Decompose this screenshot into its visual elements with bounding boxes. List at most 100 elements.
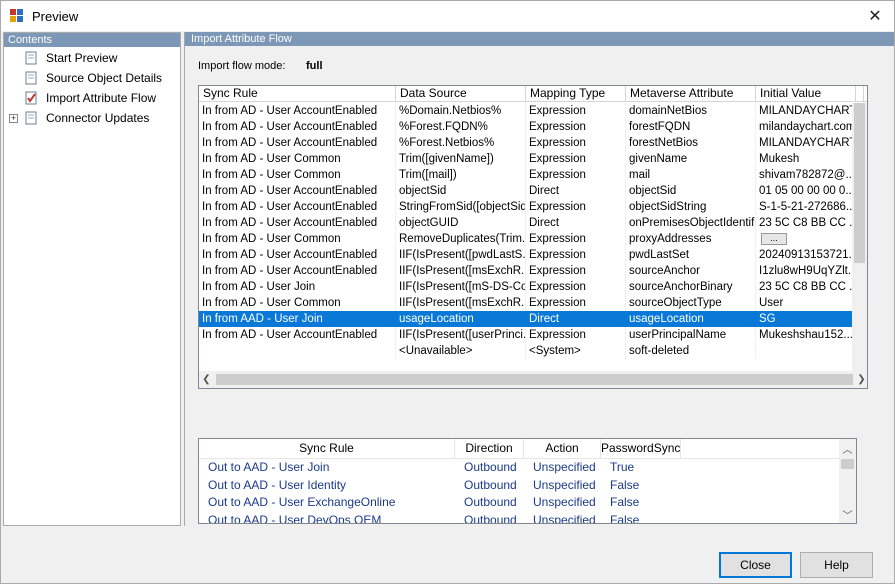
table-cell: shivam782872@... (756, 167, 856, 183)
sidebar-item-import-attribute-flow[interactable]: Import Attribute Flow (24, 89, 156, 107)
horizontal-scrollbar[interactable]: ❮ ❯ (199, 371, 867, 388)
table-row[interactable]: In from AD - User AccountEnabled IIF(IsPr… (199, 327, 864, 343)
sync-rules-table[interactable]: Sync Rule Direction Action PasswordSync … (198, 438, 857, 524)
table-cell: Expression (526, 247, 626, 263)
scroll-up-icon[interactable]: ︿ (840, 439, 855, 457)
column-header-metaverse-attribute[interactable]: Metaverse Attribute (626, 86, 756, 102)
table-cell: MILANDAYCHART (756, 103, 856, 119)
help-button[interactable]: Help (800, 552, 873, 578)
table-cell: forestNetBios (626, 135, 756, 151)
scroll-thumb[interactable] (216, 374, 853, 385)
table-cell: Direct (526, 311, 626, 327)
table-cell: Outbound (464, 477, 517, 492)
table-row[interactable]: Out to AAD - User ExchangeOnline Outbound… (199, 494, 856, 512)
import-flow-mode-label: Import flow mode: (198, 60, 286, 72)
table-cell: Expression (526, 295, 626, 311)
table-row[interactable]: In from AD - User Common IIF(IsPresent([m… (199, 295, 864, 311)
table-cell: In from AD - User AccountEnabled (199, 199, 396, 215)
column-header-overflow (856, 86, 864, 102)
sidebar-item-connector-updates[interactable]: Connector Updates (24, 109, 149, 127)
title-bar: Preview ✕ (1, 1, 894, 31)
table-row[interactable]: In from AD - User Join IIF(IsPresent([mS-… (199, 279, 864, 295)
table-header: Sync Rule Data Source Mapping Type Metav… (199, 86, 867, 102)
sidebar-item-source-object-details[interactable]: Source Object Details (24, 69, 162, 87)
table-cell: In from AD - User Common (199, 231, 396, 247)
table-cell: True (610, 460, 635, 474)
table-cell: %Forest.Netbios% (396, 135, 526, 151)
table-row[interactable]: In from AD - User AccountEnabled objectSi… (199, 183, 864, 199)
table-row[interactable]: In from AD - User AccountEnabled %Forest.… (199, 135, 864, 151)
table-cell: Out to AAD - User ExchangeOnline (208, 495, 396, 509)
table-cell: False (610, 477, 640, 492)
table-row[interactable]: In from AD - User AccountEnabled StringFr… (199, 199, 864, 215)
table-row[interactable]: In from AD - User AccountEnabled objectGU… (199, 215, 864, 231)
expand-icon[interactable]: + (9, 114, 18, 123)
contents-header: Contents (4, 33, 180, 47)
table-cell: Expression (526, 103, 626, 119)
table-cell: False (610, 512, 640, 524)
table-row[interactable]: <Unavailable><System>soft-deletedF (199, 343, 864, 359)
close-button[interactable]: Close (719, 552, 792, 578)
table-body: Out to AAD - User Join Outbound Unspecifie… (199, 459, 856, 524)
table-cell: Outbound (464, 495, 517, 509)
table-cell: In from AD - User AccountEnabled (199, 135, 396, 151)
table-row[interactable]: In from AD - User Common Trim([mail]) Expr… (199, 167, 864, 183)
table-cell: In from AD - User AccountEnabled (199, 215, 396, 231)
table-cell: Expression (526, 151, 626, 167)
import-attribute-table[interactable]: Sync Rule Data Source Mapping Type Metav… (198, 85, 868, 389)
column-header-sync-rule[interactable]: Sync Rule (199, 86, 396, 102)
table-row[interactable]: In from AAD - User Join usageLocation Dire… (199, 311, 864, 327)
column-header-initial-value[interactable]: Initial Value (756, 86, 856, 102)
table-cell: In from AD - User Common (199, 295, 396, 311)
table-cell: False (610, 495, 640, 509)
table-cell: In from AD - User Common (199, 151, 396, 167)
table-row[interactable]: Out to AAD - User Identity Outbound Unspec… (199, 477, 856, 495)
scroll-right-icon[interactable]: ❯ (854, 371, 867, 388)
preview-window: Preview ✕ Contents Start Preview Source … (0, 0, 895, 584)
import-attribute-flow-pane: Import Attribute Flow Import flow mode: … (184, 32, 894, 526)
table-cell: In from AD - User AccountEnabled (199, 119, 396, 135)
table-row[interactable]: Out to AAD - User Join Outbound Unspecifie… (199, 459, 856, 477)
page-icon (25, 71, 37, 85)
table-row[interactable]: In from AD - User Common Trim([givenName]… (199, 151, 864, 167)
column-header-password-sync[interactable]: PasswordSync (601, 439, 681, 458)
pane-title: Import Attribute Flow (185, 32, 894, 46)
table-row[interactable]: Out to AAD - User DevOps OEM Outbound Unsp… (199, 512, 856, 524)
page-icon (25, 111, 37, 125)
table-row[interactable]: In from AD - User AccountEnabled IIF(IsPr… (199, 247, 864, 263)
table-cell: 20240913153721... (756, 247, 856, 263)
table-cell (199, 343, 396, 359)
scroll-down-icon[interactable]: ﹀ (840, 505, 855, 523)
table-row[interactable]: In from AD - User AccountEnabled %Forest.… (199, 119, 864, 135)
table-cell: Unspecified (533, 512, 596, 524)
table-cell: In from AD - User AccountEnabled (199, 247, 396, 263)
table-cell: S-1-5-21-272686... (756, 199, 856, 215)
table-cell: IIF(IsPresent([pwdLastS... (396, 247, 526, 263)
scroll-thumb[interactable] (854, 103, 865, 263)
scroll-left-icon[interactable]: ❮ (199, 371, 214, 388)
column-header-data-source[interactable]: Data Source (396, 86, 526, 102)
column-header-sync-rule[interactable]: Sync Rule (199, 439, 455, 458)
column-header-mapping-type[interactable]: Mapping Type (526, 86, 626, 102)
column-header-action[interactable]: Action (524, 439, 601, 458)
table-cell: In from AAD - User Join (199, 311, 396, 327)
table-cell: Out to AAD - User Identity (208, 477, 347, 492)
vertical-scrollbar[interactable] (852, 103, 867, 373)
ellipsis-button[interactable]: ... (761, 232, 787, 245)
vertical-scrollbar[interactable]: ︿ ﹀ (839, 439, 856, 523)
table-row[interactable]: In from AD - User Common RemoveDuplicates… (199, 231, 864, 247)
table-cell: MILANDAYCHART (756, 135, 856, 151)
table-cell: In from AD - User Join (199, 279, 396, 295)
close-window-icon[interactable]: ✕ (862, 3, 888, 29)
sidebar-item-start-preview[interactable]: Start Preview (24, 49, 117, 67)
table-cell: domainNetBios (626, 103, 756, 119)
table-cell: SG (756, 311, 856, 327)
table-cell: In from AD - User Common (199, 167, 396, 183)
table-cell: Direct (526, 215, 626, 231)
table-cell: In from AD - User AccountEnabled (199, 327, 396, 343)
column-header-direction[interactable]: Direction (455, 439, 524, 458)
table-row[interactable]: In from AD - User AccountEnabled %Domain.… (199, 103, 864, 119)
table-cell: usageLocation (626, 311, 756, 327)
table-row[interactable]: In from AD - User AccountEnabled IIF(IsPr… (199, 263, 864, 279)
scroll-thumb[interactable] (841, 459, 854, 469)
